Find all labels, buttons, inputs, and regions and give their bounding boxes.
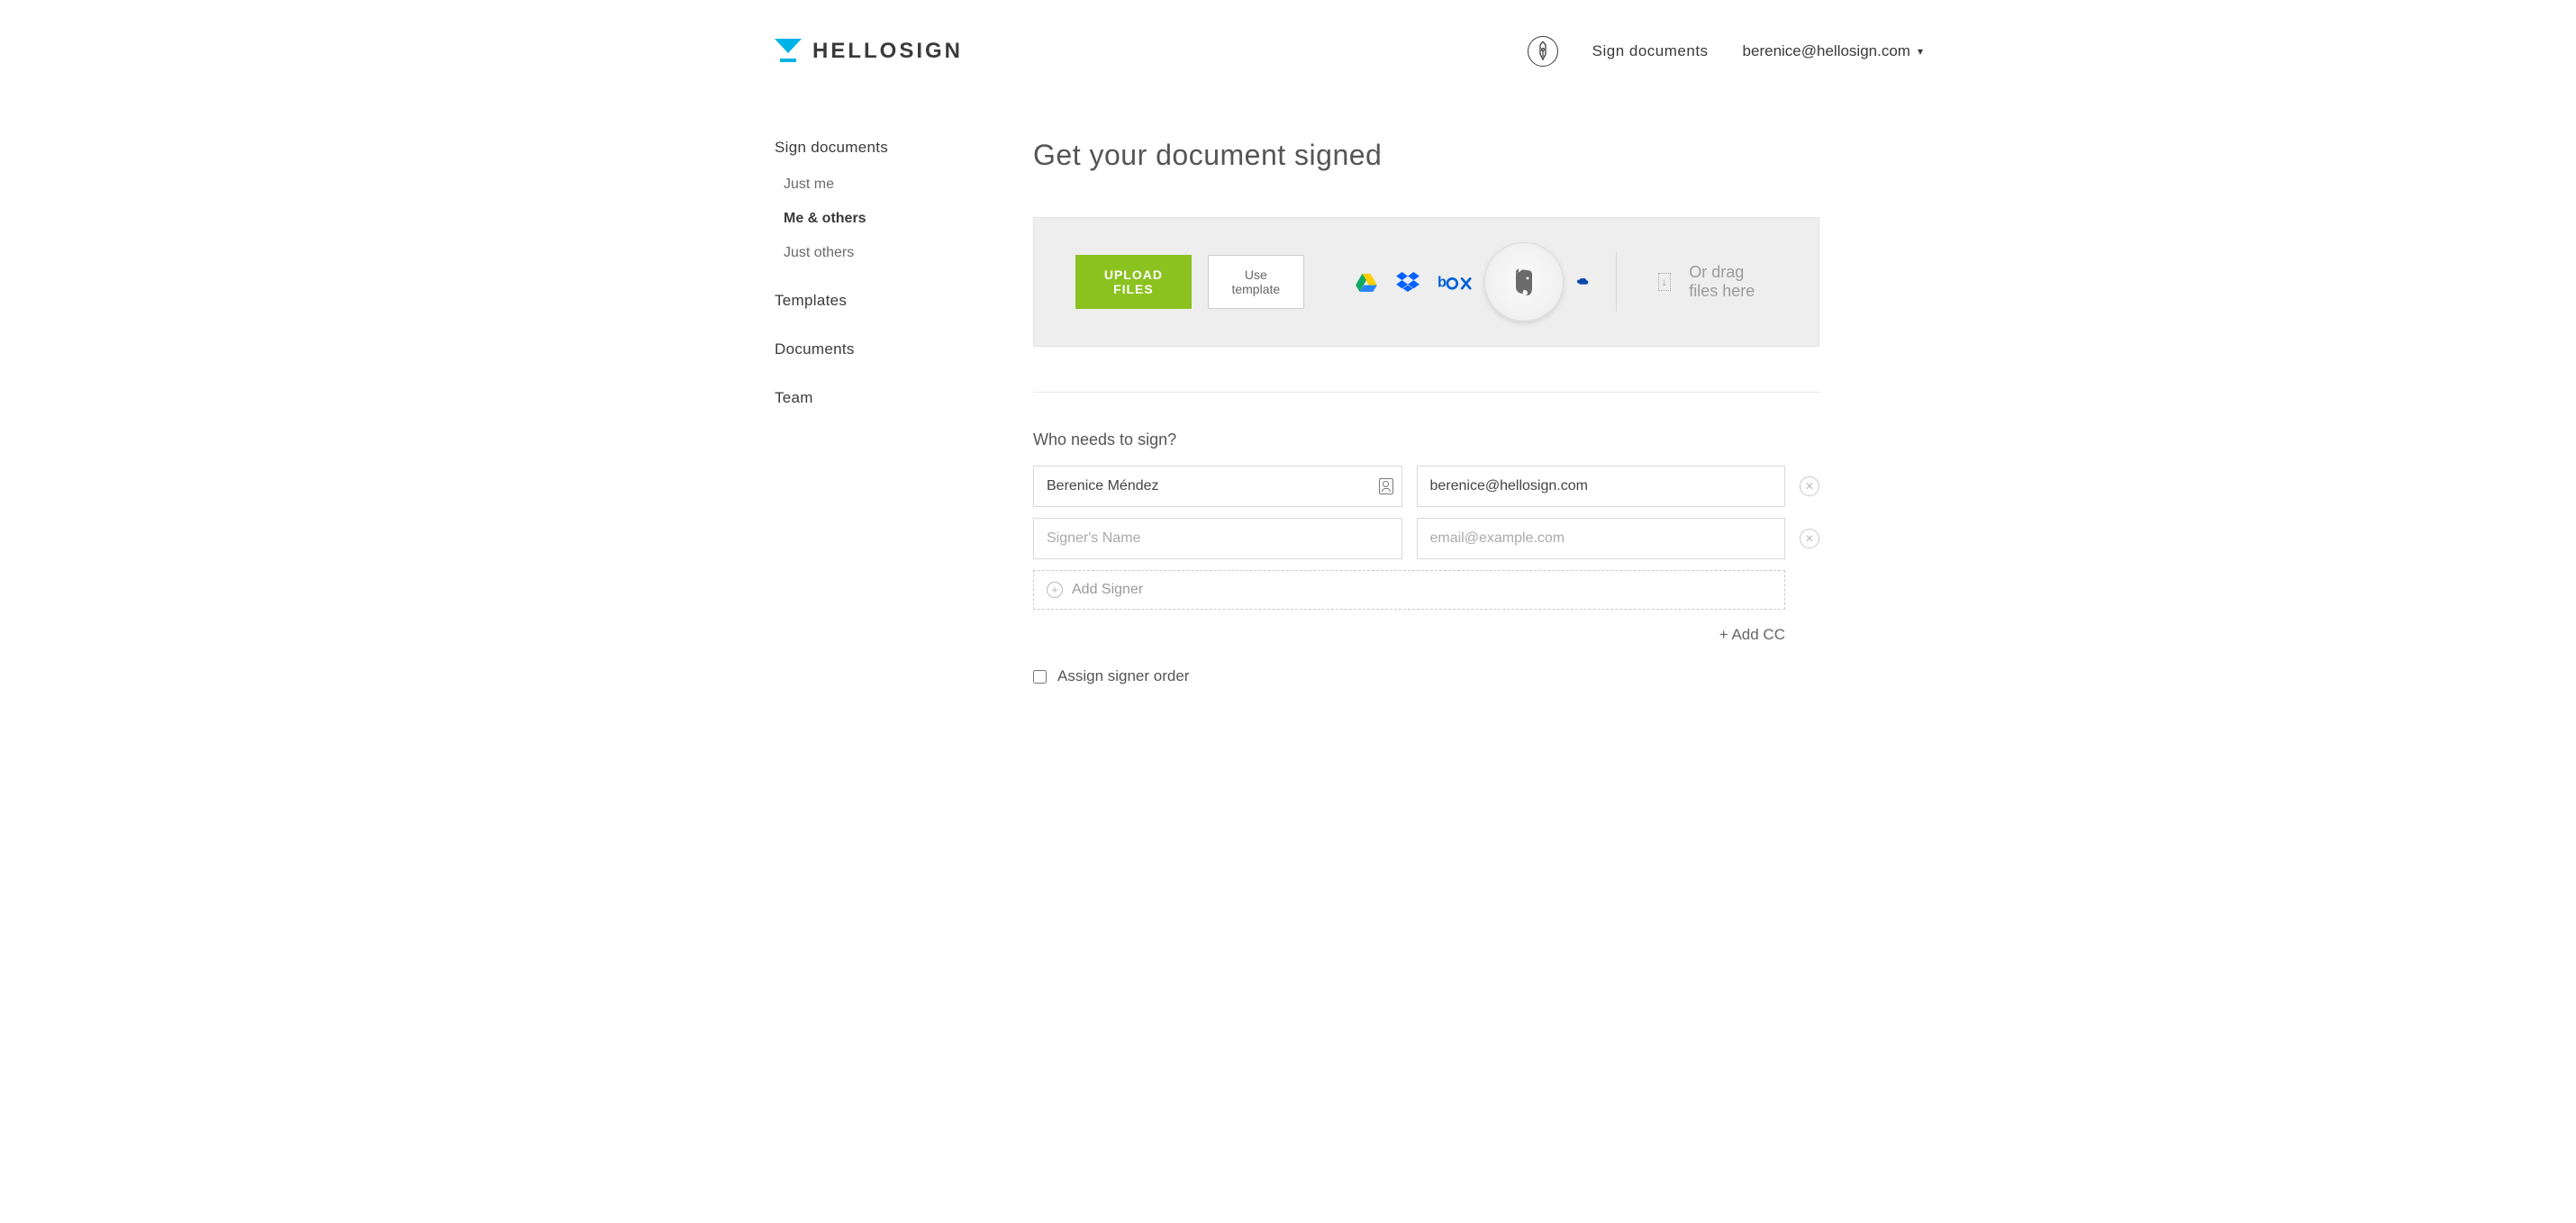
assign-order-checkbox[interactable] <box>1033 670 1047 684</box>
logo-text: HELLOSIGN <box>812 39 963 64</box>
dropbox-icon[interactable] <box>1396 270 1420 294</box>
logo[interactable]: HELLOSIGN <box>775 39 963 64</box>
sidebar: Sign documents Just me Me & others Just … <box>644 139 905 407</box>
upload-box: UPLOAD FILES Use template <box>1033 217 1819 347</box>
sidebar-item-just-me[interactable]: Just me <box>775 177 905 193</box>
signer-row: ✕ <box>1033 518 1819 559</box>
onedrive-icon[interactable] <box>1576 273 1589 291</box>
upload-files-button[interactable]: UPLOAD FILES <box>1075 255 1192 309</box>
add-signer-label: Add Signer <box>1072 582 1143 598</box>
header-sign-link[interactable]: Sign documents <box>1592 42 1709 60</box>
header-right: Sign documents berenice@hellosign.com ▾ <box>1528 36 1923 67</box>
signer-name-field[interactable] <box>1033 466 1402 507</box>
sidebar-item-me-and-others[interactable]: Me & others <box>775 211 905 227</box>
divider <box>1033 392 1819 393</box>
divider-vertical <box>1616 252 1617 312</box>
use-template-button[interactable]: Use template <box>1208 255 1304 309</box>
evernote-icon[interactable] <box>1484 242 1564 322</box>
plus-circle-icon: + <box>1047 582 1063 598</box>
header: HELLOSIGN Sign documents berenice@hellos… <box>644 36 1932 67</box>
assign-order-label: Assign signer order <box>1057 667 1189 685</box>
page-title: Get your document signed <box>1033 139 1819 172</box>
pen-icon[interactable] <box>1528 36 1558 67</box>
sidebar-item-templates[interactable]: Templates <box>775 292 905 310</box>
drag-text: Or drag files here <box>1689 263 1777 301</box>
signer-row: ✕ <box>1033 466 1819 507</box>
sidebar-item-just-others[interactable]: Just others <box>775 245 905 261</box>
add-signer-button[interactable]: + Add Signer <box>1033 570 1785 610</box>
user-email: berenice@hellosign.com <box>1743 42 1910 60</box>
signers-heading: Who needs to sign? <box>1033 430 1819 449</box>
add-cc-button[interactable]: + Add CC <box>1719 626 1785 643</box>
sidebar-top[interactable]: Sign documents <box>775 139 905 157</box>
user-menu[interactable]: berenice@hellosign.com ▾ <box>1743 42 1923 60</box>
contact-card-icon[interactable] <box>1379 478 1393 494</box>
assign-signer-order[interactable]: Assign signer order <box>1033 667 1819 685</box>
signer-name-field[interactable] <box>1033 518 1402 559</box>
drag-drop-area[interactable]: ↓ Or drag files here <box>1658 263 1777 301</box>
sidebar-item-team[interactable]: Team <box>775 389 905 407</box>
main: Get your document signed UPLOAD FILES Us… <box>905 139 1932 685</box>
download-arrow-icon: ↓ <box>1658 273 1672 291</box>
signer-email-field[interactable] <box>1417 518 1786 559</box>
integrations: b <box>1355 269 1589 294</box>
chevron-down-icon: ▾ <box>1918 45 1923 58</box>
logo-mark-icon <box>775 39 802 64</box>
signer-email-field[interactable] <box>1417 466 1786 507</box>
box-icon[interactable]: b <box>1438 270 1472 294</box>
remove-signer-button[interactable]: ✕ <box>1800 529 1819 548</box>
sidebar-item-documents[interactable]: Documents <box>775 340 905 358</box>
svg-text:b: b <box>1438 274 1447 290</box>
remove-signer-button[interactable]: ✕ <box>1800 476 1819 496</box>
google-drive-icon[interactable] <box>1355 270 1378 294</box>
